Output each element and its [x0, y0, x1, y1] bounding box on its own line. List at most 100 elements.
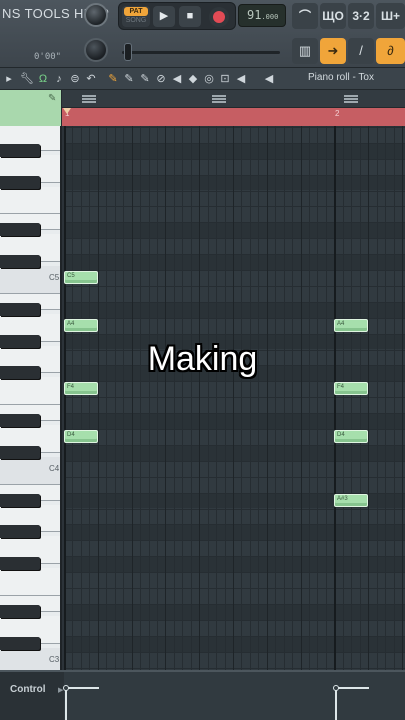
black-key[interactable]	[0, 302, 40, 316]
piano-roll-title: Piano roll - Tox	[308, 72, 374, 83]
counter-icon[interactable]: 3·2	[348, 3, 374, 29]
scroll-left-icon[interactable]: ◀	[262, 71, 276, 87]
wave-icon[interactable]: ЩO	[320, 3, 346, 29]
white-key[interactable]	[0, 186, 60, 215]
record-button[interactable]	[209, 7, 229, 27]
play-circle-icon[interactable]: ⊜	[68, 71, 82, 87]
zoom-tool-icon[interactable]: ◎	[202, 71, 216, 87]
draw-tool-icon[interactable]: ✎	[106, 71, 120, 87]
grid-column-line	[275, 126, 276, 670]
grid-column-line	[317, 126, 318, 670]
velocity-stem[interactable]	[335, 688, 337, 720]
link-icon[interactable]: ∂	[376, 38, 405, 64]
velocity-handle[interactable]	[333, 685, 339, 691]
tool-corner[interactable]: ✎	[0, 90, 62, 126]
black-key[interactable]	[0, 525, 40, 539]
song-time-readout: 0'00"	[34, 52, 62, 62]
black-key[interactable]	[0, 445, 40, 459]
grid-column-line	[208, 126, 209, 670]
wrench-icon[interactable]: 🔧︎	[20, 71, 34, 87]
scroll-handle-icon[interactable]	[212, 95, 226, 103]
undo-icon[interactable]: ↶	[84, 71, 98, 87]
white-key[interactable]	[0, 568, 60, 596]
delete-tool-icon[interactable]: ✎	[138, 71, 152, 87]
pattern-song-toggle[interactable]: PAT SONG	[122, 6, 150, 27]
note-asharp3[interactable]: A#3	[334, 493, 368, 507]
scroll-handle-icon[interactable]	[82, 95, 96, 103]
white-key[interactable]	[0, 377, 60, 406]
pattern-mode-label: PAT	[124, 7, 148, 16]
bar-number-2: 2	[335, 109, 340, 118]
tempo-display[interactable]: 91.000	[238, 4, 286, 27]
grid-column-line	[157, 126, 158, 670]
black-key[interactable]	[0, 493, 40, 507]
grid-column-line	[174, 126, 175, 670]
velocity-bar[interactable]	[65, 687, 99, 689]
black-key[interactable]	[0, 255, 40, 269]
black-key[interactable]	[0, 175, 40, 189]
grid-column-line	[149, 126, 150, 670]
key-label-c5: C5	[49, 273, 60, 282]
grid-column-line	[258, 126, 259, 670]
magnet-icon[interactable]: Ω	[36, 71, 50, 87]
grid-column-line	[360, 126, 361, 670]
paint-tool-icon[interactable]: ✎	[122, 71, 136, 87]
pitch-slider-track[interactable]	[122, 51, 280, 54]
playback-tool-icon[interactable]: ⊡	[218, 71, 232, 87]
grid-column-line	[377, 126, 378, 670]
menu-item-options[interactable]: NS	[2, 6, 21, 21]
black-key[interactable]	[0, 604, 40, 618]
grid-column-line	[250, 126, 251, 670]
note-d4[interactable]: D4	[334, 430, 368, 443]
velocity-stem[interactable]	[65, 688, 67, 720]
note-f4[interactable]: F4	[334, 382, 368, 396]
mute-tool-icon[interactable]: ⊘	[154, 71, 168, 87]
control-label[interactable]: Control	[10, 684, 46, 695]
main-toolbar: NSTOOLSHELP 0'00" PAT SONG ▶ ■ 91.000 ⌒ …	[0, 0, 405, 68]
grid-column-line	[89, 126, 90, 670]
stop-button[interactable]: ■	[179, 6, 201, 27]
black-key[interactable]	[0, 223, 40, 237]
note-icon[interactable]: ♪	[52, 71, 66, 87]
grid-column-line	[216, 126, 217, 670]
note-c5[interactable]: C5	[64, 271, 98, 284]
black-key[interactable]	[0, 414, 40, 428]
note-f4[interactable]: F4	[64, 382, 98, 396]
grid-column-line	[241, 126, 242, 670]
master-pitch-knob[interactable]	[84, 38, 108, 62]
play-button[interactable]: ▶	[153, 6, 175, 27]
plus-wave-icon[interactable]: Ш+	[376, 3, 405, 29]
black-key[interactable]	[0, 636, 40, 650]
grid-column-line	[343, 126, 344, 670]
arrow-right-icon[interactable]: ➜	[320, 38, 346, 64]
note-grid[interactable]: C5 A4 F4 D4 A4 F4 D4 A#3	[64, 126, 405, 670]
slice-tool-icon[interactable]: ◀	[170, 71, 184, 87]
velocity-bar[interactable]	[335, 687, 369, 689]
piano-keyboard[interactable]: C5 C4 C3	[0, 126, 62, 670]
playhead-marker[interactable]	[63, 108, 71, 114]
tilde-up-icon[interactable]: ⌒	[292, 3, 318, 29]
note-d4[interactable]: D4	[64, 430, 98, 443]
scroll-handle-icon[interactable]	[344, 95, 358, 103]
velocity-handle[interactable]	[63, 685, 69, 691]
master-volume-knob[interactable]	[84, 3, 108, 27]
note-a4[interactable]: A4	[64, 318, 98, 332]
control-lane: Control ▶	[0, 670, 405, 720]
grid-column-line	[351, 126, 352, 670]
pen-icon[interactable]: /	[348, 38, 374, 64]
arrow-menu-icon[interactable]: ▸	[2, 71, 16, 87]
grid-column-line	[225, 126, 226, 670]
grid-column-line	[233, 126, 234, 670]
black-key[interactable]	[0, 557, 40, 571]
grid-column-line	[394, 126, 395, 670]
keyboard-icon[interactable]: ▥	[292, 38, 318, 64]
velocity-area[interactable]	[63, 672, 405, 720]
menu-item-tools[interactable]: TOOLS	[25, 6, 70, 21]
note-a4[interactable]: A4	[334, 318, 368, 332]
select-tool-icon[interactable]: ◆	[186, 71, 200, 87]
speaker-icon[interactable]: ◀	[234, 71, 248, 87]
black-key[interactable]	[0, 143, 40, 157]
timeline-ruler[interactable]: 1 2	[62, 108, 405, 126]
pitch-slider-thumb[interactable]	[124, 43, 132, 61]
ruler-handles	[62, 90, 405, 108]
